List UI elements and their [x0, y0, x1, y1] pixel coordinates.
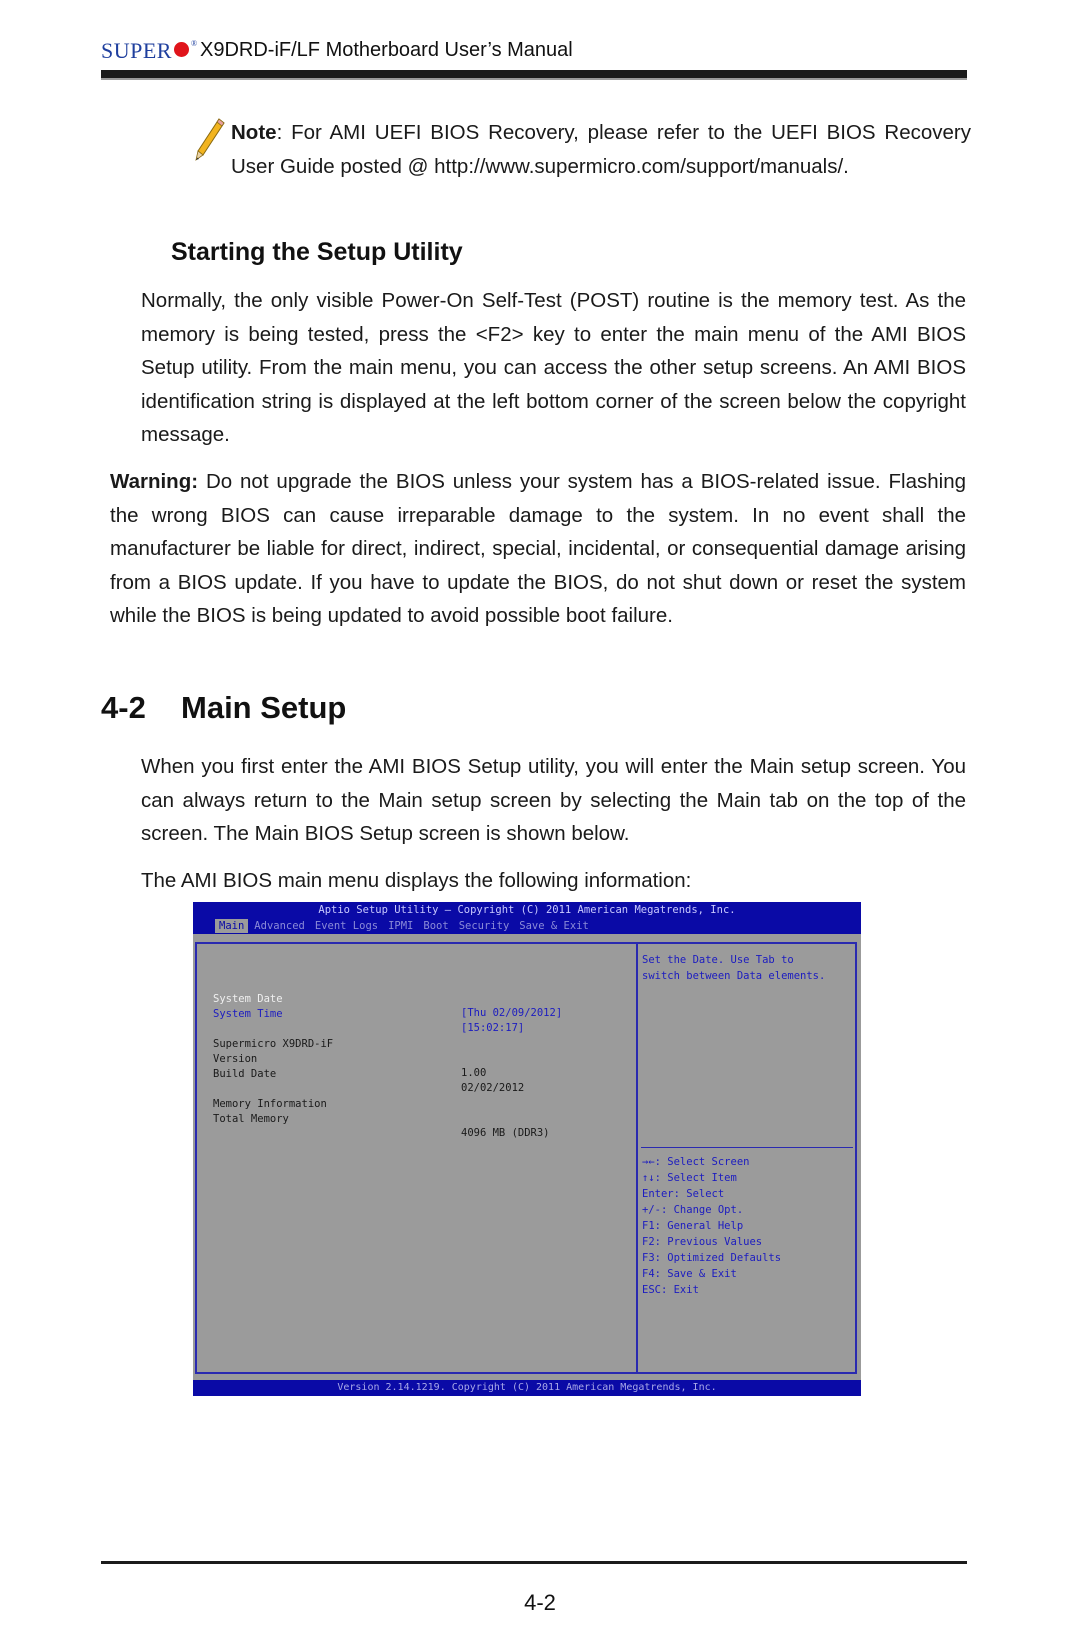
bios-row-version: Version 1.00 [213, 1038, 486, 1079]
warning-label: Warning: [110, 470, 199, 493]
brand-dot-icon [173, 42, 189, 57]
bios-row-system-time[interactable]: System Time [15:02:17] [213, 993, 524, 1034]
bios-row-system-date[interactable]: System Date [Thu 02/09/2012] [213, 978, 562, 1019]
note-text: Note: For AMI UEFI BIOS Recovery, please… [231, 116, 971, 184]
bios-key-f3: F3: Optimized Defaults [642, 1252, 782, 1264]
bios-key-esc: ESC: Exit [642, 1284, 699, 1296]
supermicro-logo: SUPER ® [101, 38, 198, 64]
pencil-icon [193, 117, 227, 163]
bios-key-select-screen: →←: Select Screen [642, 1156, 750, 1168]
bios-tab-bar: Main Advanced Event Logs IPMI Boot Secur… [215, 919, 595, 933]
bios-row-label: Build Date [213, 1068, 277, 1080]
bios-panel-divider [636, 942, 638, 1374]
section-heading-main-setup: 4-2 Main Setup [101, 690, 346, 726]
page-number: 4-2 [524, 1590, 556, 1615]
bios-help-line: switch between Data elements. [642, 970, 826, 982]
bios-tab-event-logs[interactable]: Event Logs [311, 919, 382, 933]
bios-version-footer: Version 2.14.1219. Copyright (C) 2011 Am… [193, 1380, 861, 1396]
note-body: : For AMI UEFI BIOS Recovery, please ref… [231, 121, 971, 178]
brand-name: SUPER [101, 38, 172, 63]
bios-row-value: 02/02/2012 [461, 1082, 525, 1094]
bios-row-build-date: Build Date 02/02/2012 [213, 1053, 524, 1094]
bios-help-text: Set the Date. Use Tab to switch between D… [642, 952, 825, 984]
bios-row-label: System Time [213, 1008, 283, 1020]
warning-text: Warning: Do not upgrade the BIOS unless … [110, 465, 966, 633]
bios-tab-advanced[interactable]: Advanced [250, 919, 309, 933]
bios-row-value: 4096 MB (DDR3) [461, 1127, 550, 1139]
section-number: 4-2 [101, 690, 146, 725]
bios-key-change-opt: +/-: Change Opt. [642, 1204, 744, 1216]
bios-key-f2: F2: Previous Values [642, 1236, 763, 1248]
bios-help-separator [641, 1147, 853, 1148]
footer-rule [101, 1561, 967, 1564]
bios-tab-save-exit[interactable]: Save & Exit [515, 919, 593, 933]
bios-tab-ipmi[interactable]: IPMI [384, 919, 417, 933]
bios-key-select-item: ↑↓: Select Item [642, 1172, 737, 1184]
bios-row-board-name: Supermicro X9DRD-iF [213, 1023, 333, 1050]
bios-tab-main[interactable]: Main [215, 919, 249, 933]
bios-row-memory-info: Memory Information [213, 1083, 327, 1110]
registered-icon: ® [190, 39, 198, 48]
warning-body: Do not upgrade the BIOS unless your syst… [110, 470, 966, 627]
bios-key-legend: →←: Select Screen ↑↓: Select Item Enter:… [642, 1154, 781, 1298]
main-setup-paragraph: When you first enter the AMI BIOS Setup … [141, 755, 966, 845]
section-heading-starting-setup: Starting the Setup Utility [171, 238, 463, 266]
bios-title-bar: Aptio Setup Utility – Copyright (C) 2011… [193, 902, 861, 934]
bios-screenshot: Aptio Setup Utility – Copyright (C) 2011… [193, 902, 861, 1396]
bios-row-label: Total Memory [213, 1113, 289, 1125]
bios-row-value[interactable]: [Thu 02/09/2012] [461, 1006, 562, 1020]
bios-row-value: 1.00 [461, 1067, 487, 1079]
main-menu-intro: The AMI BIOS main menu displays the foll… [141, 869, 692, 892]
bios-key-enter: Enter: Select [642, 1188, 725, 1200]
bios-row-total-memory: Total Memory 4096 MB (DDR3) [213, 1098, 550, 1139]
bios-tab-security[interactable]: Security [455, 919, 514, 933]
note-label: Note [231, 121, 277, 144]
bios-row-value[interactable]: [15:02:17] [461, 1021, 524, 1035]
header-rule [101, 70, 967, 80]
manual-title: X9DRD-iF/LF Motherboard User’s Manual [200, 39, 573, 61]
bios-key-f1: F1: General Help [642, 1220, 744, 1232]
bios-help-line: Set the Date. Use Tab to [642, 954, 794, 966]
bios-key-f4: F4: Save & Exit [642, 1268, 737, 1280]
bios-title: Aptio Setup Utility – Copyright (C) 2011… [318, 904, 736, 916]
starting-setup-paragraph: Normally, the only visible Power-On Self… [141, 289, 966, 446]
bios-tab-boot[interactable]: Boot [419, 919, 452, 933]
section-title: Main Setup [181, 690, 347, 725]
